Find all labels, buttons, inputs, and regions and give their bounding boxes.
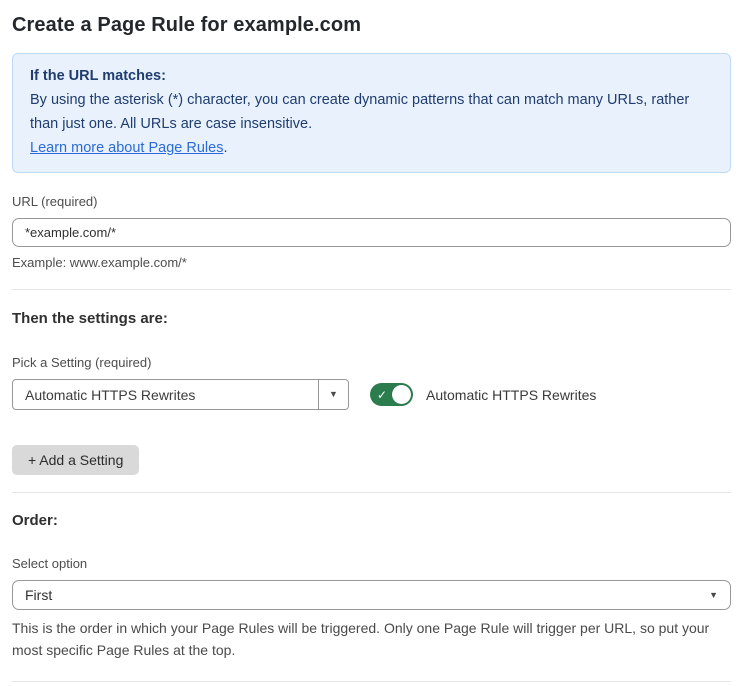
order-select[interactable]: First ▼ [12, 580, 731, 610]
url-label: URL (required) [12, 194, 98, 209]
url-match-info-box: If the URL matches: By using the asteris… [12, 53, 731, 173]
toggle-label: Automatic HTTPS Rewrites [426, 386, 597, 403]
order-helper-text: This is the order in which your Page Rul… [12, 620, 710, 658]
order-section-heading: Order: [12, 512, 58, 529]
check-icon: ✓ [377, 387, 388, 402]
url-example-helper: Example: www.example.com/* [12, 255, 187, 270]
url-input[interactable] [12, 218, 731, 247]
info-box-link-line: Learn more about Page Rules. [30, 136, 713, 160]
settings-row: Automatic HTTPS Rewrites ▼ ✓ Automatic H… [12, 379, 731, 410]
add-setting-button[interactable]: + Add a Setting [12, 445, 140, 475]
settings-section-heading: Then the settings are: [12, 310, 168, 327]
https-rewrites-toggle[interactable]: ✓ [370, 383, 413, 406]
create-page-rule-form: Create a Page Rule for example.com If th… [0, 0, 743, 686]
divider [12, 289, 731, 290]
page-title: Create a Page Rule for example.com [12, 14, 362, 36]
toggle-knob [392, 385, 411, 404]
setting-dropdown-arrow-button[interactable]: ▼ [318, 380, 348, 409]
setting-dropdown[interactable]: Automatic HTTPS Rewrites ▼ [12, 379, 349, 410]
select-option-label: Select option [12, 556, 88, 571]
info-box-heading: If the URL matches: [30, 68, 166, 84]
chevron-down-icon: ▼ [329, 389, 338, 399]
link-period: . [223, 140, 228, 156]
learn-more-link[interactable]: Learn more about Page Rules [30, 140, 223, 156]
divider [12, 492, 731, 493]
divider [12, 681, 731, 682]
chevron-down-icon: ▼ [709, 589, 718, 600]
order-select-value: First [25, 587, 53, 603]
setting-dropdown-value: Automatic HTTPS Rewrites [25, 386, 196, 403]
info-box-body: By using the asterisk (*) character, you… [30, 92, 690, 132]
pick-setting-label: Pick a Setting (required) [12, 355, 152, 370]
